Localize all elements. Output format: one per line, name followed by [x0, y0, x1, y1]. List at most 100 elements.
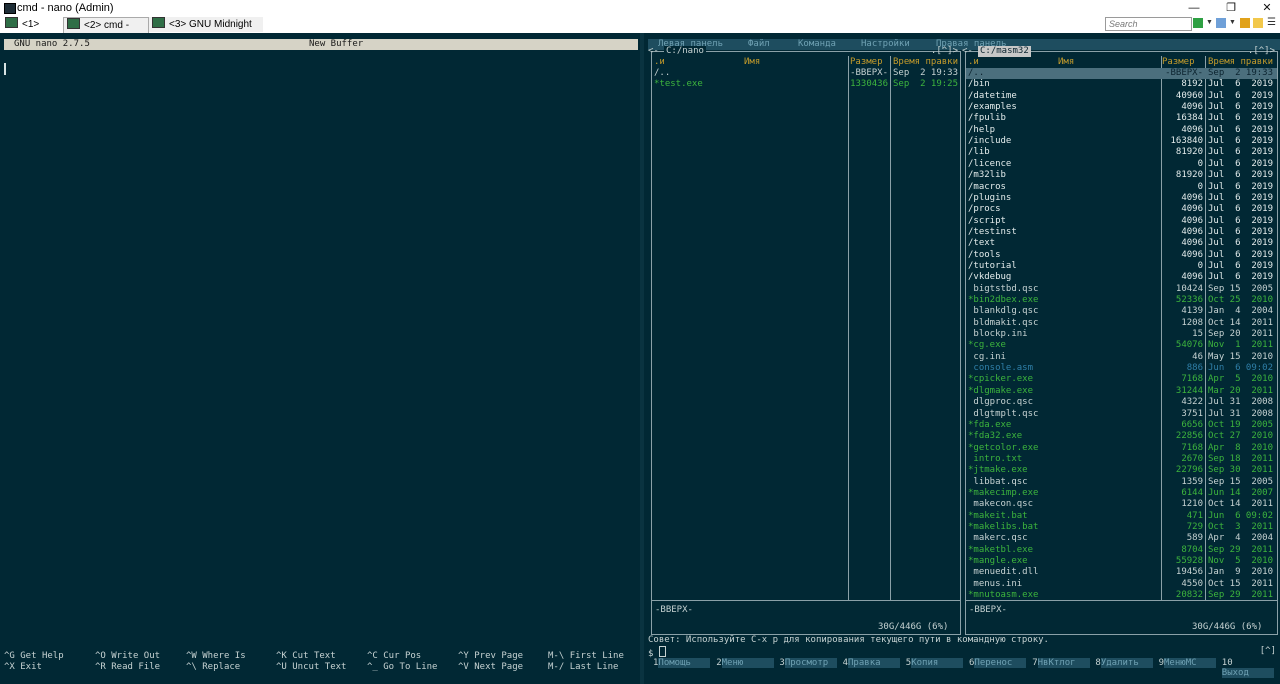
tab-cmd-nano[interactable]: <2> cmd - nano: [63, 17, 149, 46]
left-panel[interactable]: C:/nano <- .[^]> .и Имя Размер Время пра…: [648, 46, 961, 635]
menu-icon[interactable]: ☰: [1267, 18, 1277, 28]
shortcut-next-page[interactable]: ^V Next Page: [458, 662, 523, 672]
file-row[interactable]: dlgtmplt.qsc 3751 Jul 31 2008: [966, 409, 1277, 420]
file-row[interactable]: /macros 0 Jul 6 2019: [966, 182, 1277, 193]
file-row[interactable]: /.. -ВВЕРХ- Sep 2 19:33: [966, 68, 1277, 79]
menu-file[interactable]: Файл: [748, 39, 770, 50]
file-row[interactable]: menuedit.dll 19456 Jan 9 2010: [966, 567, 1277, 578]
file-row[interactable]: /fpulib 16384 Jul 6 2019: [966, 113, 1277, 124]
pane-splitter[interactable]: [640, 33, 644, 684]
fkey-10[interactable]: 10Выход: [1221, 658, 1280, 678]
lock-icon[interactable]: [1240, 18, 1250, 28]
file-row[interactable]: /procs 4096 Jul 6 2019: [966, 204, 1277, 215]
fkey-5[interactable]: 5Копия: [906, 658, 964, 668]
file-row[interactable]: bldmakit.qsc 1208 Oct 14 2011: [966, 318, 1277, 329]
file-row[interactable]: /tools 4096 Jul 6 2019: [966, 250, 1277, 261]
file-row[interactable]: *jtmake.exe 22796 Sep 30 2011: [966, 465, 1277, 476]
tab-cmd[interactable]: <1> cmd: [2, 17, 60, 45]
shortcut-exit[interactable]: ^X Exit: [4, 662, 42, 672]
window-icon[interactable]: [1216, 18, 1226, 28]
file-row[interactable]: dlgproc.qsc 4322 Jul 31 2008: [966, 397, 1277, 408]
menu-settings[interactable]: Настройки: [861, 39, 910, 50]
shortcut-uncut-text[interactable]: ^U Uncut Text: [276, 662, 346, 672]
fkey-2[interactable]: 2Меню: [716, 658, 774, 668]
maximize-button[interactable]: ❐: [1218, 0, 1244, 16]
col-size-header[interactable]: Размер: [850, 57, 883, 67]
file-row[interactable]: *fda.exe 6656 Oct 19 2005: [966, 420, 1277, 431]
col-name-header[interactable]: Имя: [744, 57, 760, 67]
col-name-header[interactable]: Имя: [1058, 57, 1074, 67]
file-row[interactable]: *makelibs.bat 729 Oct 3 2011: [966, 522, 1277, 533]
file-row[interactable]: console.asm 886 Jun 6 09:02: [966, 363, 1277, 374]
file-row[interactable]: *makecimp.exe 6144 Jun 14 2007: [966, 488, 1277, 499]
file-row[interactable]: /text 4096 Jul 6 2019: [966, 238, 1277, 249]
file-row[interactable]: *test.exe 1330436 Sep 2 19:25: [652, 79, 960, 90]
file-row[interactable]: /datetime 40960 Jul 6 2019: [966, 91, 1277, 102]
shortcut-cur-pos[interactable]: ^C Cur Pos: [367, 651, 421, 661]
file-row[interactable]: /.. -ВВЕРХ- Sep 2 19:33: [652, 68, 960, 79]
file-row[interactable]: *cpicker.exe 7168 Apr 5 2010: [966, 374, 1277, 385]
fkey-4[interactable]: 4Правка: [843, 658, 901, 668]
folder-icon[interactable]: [1253, 18, 1263, 28]
chevron-down-icon[interactable]: ▼: [1206, 18, 1216, 28]
search-input[interactable]: Search: [1105, 17, 1192, 31]
chevron-down-icon[interactable]: ▼: [1229, 18, 1239, 28]
right-panel[interactable]: C:/masm32 <- .[^]> .и Имя Размер Время п…: [962, 46, 1278, 635]
file-row[interactable]: *getcolor.exe 7168 Apr 8 2010: [966, 443, 1277, 454]
shortcut-last-line[interactable]: M-/ Last Line: [548, 662, 618, 672]
scroll-marker[interactable]: [^]: [1260, 646, 1276, 656]
shortcut-get-help[interactable]: ^G Get Help: [4, 651, 64, 661]
shortcut-first-line[interactable]: M-\ First Line: [548, 651, 624, 661]
tab-midnight-commander[interactable]: <3> GNU Midnight Co...: [149, 17, 263, 45]
fkey-3[interactable]: 3Просмотр: [779, 658, 837, 668]
file-row[interactable]: makecon.qsc 1210 Oct 14 2011: [966, 499, 1277, 510]
shortcut-replace[interactable]: ^\ Replace: [186, 662, 240, 672]
shortcut-write-out[interactable]: ^O Write Out: [95, 651, 160, 661]
file-row[interactable]: blankdlg.qsc 4139 Jan 4 2004: [966, 306, 1277, 317]
file-row[interactable]: bigtstbd.qsc 10424 Sep 15 2005: [966, 284, 1277, 295]
file-row[interactable]: /testinst 4096 Jul 6 2019: [966, 227, 1277, 238]
file-row[interactable]: *bin2dbex.exe 52336 Oct 25 2010: [966, 295, 1277, 306]
shortcut-read-file[interactable]: ^R Read File: [95, 662, 160, 672]
file-row[interactable]: intro.txt 2670 Sep 18 2011: [966, 454, 1277, 465]
file-row[interactable]: cg.ini 46 May 15 2010: [966, 352, 1277, 363]
file-row[interactable]: *mangle.exe 55928 Nov 5 2010: [966, 556, 1277, 567]
col-time-header[interactable]: Время правки: [893, 57, 958, 67]
file-row[interactable]: /vkdebug 4096 Jul 6 2019: [966, 272, 1277, 283]
col-time-header[interactable]: Время правки: [1208, 57, 1273, 67]
file-row[interactable]: /examples 4096 Jul 6 2019: [966, 102, 1277, 113]
fkey-8[interactable]: 8Удалить: [1095, 658, 1153, 668]
fkey-7[interactable]: 7НвКтлог: [1032, 658, 1090, 668]
shortcut-go-to-line[interactable]: ^_ Go To Line: [367, 662, 437, 672]
fkey-9[interactable]: 9МенюМС: [1159, 658, 1217, 668]
file-row[interactable]: menus.ini 4550 Oct 15 2011: [966, 579, 1277, 590]
file-row[interactable]: *maketbl.exe 8704 Sep 29 2011: [966, 545, 1277, 556]
fkey-1[interactable]: 1Помощь: [653, 658, 711, 668]
file-row[interactable]: /m32lib 81920 Jul 6 2019: [966, 170, 1277, 181]
fkey-6[interactable]: 6Перенос: [969, 658, 1027, 668]
close-button[interactable]: ✕: [1254, 0, 1280, 16]
file-row[interactable]: *fda32.exe 22856 Oct 27 2010: [966, 431, 1277, 442]
file-row[interactable]: /lib 81920 Jul 6 2019: [966, 147, 1277, 158]
file-row[interactable]: makerc.qsc 589 Apr 4 2004: [966, 533, 1277, 544]
minimize-button[interactable]: —: [1181, 0, 1207, 16]
file-row[interactable]: libbat.qsc 1359 Sep 15 2005: [966, 477, 1277, 488]
file-row[interactable]: *dlgmake.exe 31244 Mar 20 2011: [966, 386, 1277, 397]
file-row[interactable]: /plugins 4096 Jul 6 2019: [966, 193, 1277, 204]
file-row[interactable]: *makeit.bat 471 Jun 6 09:02: [966, 511, 1277, 522]
file-row[interactable]: /bin 8192 Jul 6 2019: [966, 79, 1277, 90]
new-console-icon[interactable]: [1193, 18, 1203, 28]
file-row[interactable]: blockp.ini 15 Sep 20 2011: [966, 329, 1277, 340]
file-row[interactable]: /include 163840 Jul 6 2019: [966, 136, 1277, 147]
file-row[interactable]: *cg.exe 54076 Nov 1 2011: [966, 340, 1277, 351]
file-row[interactable]: /licence 0 Jul 6 2019: [966, 159, 1277, 170]
shortcut-prev-page[interactable]: ^Y Prev Page: [458, 651, 523, 661]
shortcut-cut-text[interactable]: ^K Cut Text: [276, 651, 336, 661]
file-mtime: Jul 6 2019: [1208, 249, 1274, 260]
col-size-header[interactable]: Размер: [1162, 57, 1195, 67]
file-row[interactable]: /help 4096 Jul 6 2019: [966, 125, 1277, 136]
menu-command[interactable]: Команда: [798, 39, 836, 50]
shortcut-where-is[interactable]: ^W Where Is: [186, 651, 246, 661]
file-row[interactable]: /script 4096 Jul 6 2019: [966, 216, 1277, 227]
file-row[interactable]: /tutorial 0 Jul 6 2019: [966, 261, 1277, 272]
